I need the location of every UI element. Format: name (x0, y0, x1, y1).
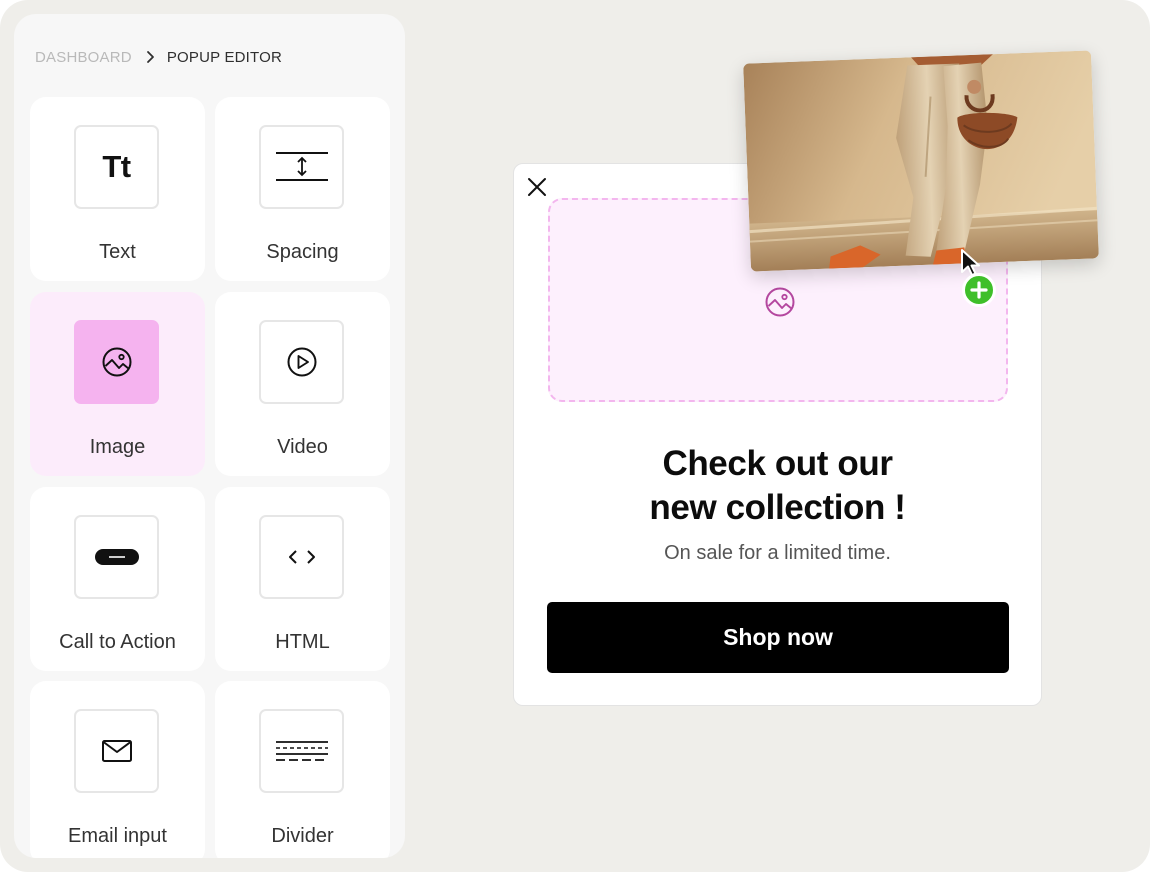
image-icon (764, 286, 796, 323)
text-tt-icon: Tt (74, 125, 159, 209)
breadcrumb: DASHBOARD POPUP EDITOR (35, 47, 282, 67)
popup-headline: Check out our new collection ! (649, 444, 906, 527)
block-label: Video (277, 436, 328, 458)
divider-icon (259, 709, 344, 793)
close-icon[interactable] (526, 176, 548, 198)
block-label: Text (99, 241, 136, 263)
blocks-panel: DASHBOARD POPUP EDITOR Tt Text Spacing I… (14, 14, 405, 858)
block-label: Email input (68, 825, 167, 847)
block-label: Call to Action (59, 631, 176, 653)
block-label: Spacing (266, 241, 339, 263)
block-image[interactable]: Image (30, 292, 205, 476)
button-pill-icon (74, 515, 159, 599)
app-frame: DASHBOARD POPUP EDITOR Tt Text Spacing I… (0, 0, 1150, 872)
envelope-icon (74, 709, 159, 793)
breadcrumb-current: POPUP EDITOR (166, 48, 283, 66)
popup-subtext: On sale for a limited time. (664, 542, 891, 564)
block-video[interactable]: Video (215, 292, 390, 476)
block-label: Divider (271, 825, 334, 847)
block-label: Image (89, 436, 146, 458)
dragged-image-preview[interactable] (743, 50, 1099, 272)
chevron-right-icon (146, 50, 155, 64)
play-icon (259, 320, 344, 404)
block-email-input[interactable]: Email input (30, 681, 205, 858)
block-spacing[interactable]: Spacing (215, 97, 390, 281)
block-divider[interactable]: Divider (215, 681, 390, 858)
code-brackets-icon (259, 515, 344, 599)
block-label: HTML (275, 631, 330, 653)
shop-now-button[interactable]: Shop now (547, 602, 1009, 673)
block-html[interactable]: HTML (215, 487, 390, 671)
spacing-icon (259, 125, 344, 209)
breadcrumb-dashboard-link[interactable]: DASHBOARD (35, 49, 132, 66)
block-call-to-action[interactable]: Call to Action (30, 487, 205, 671)
add-plus-icon (962, 273, 996, 307)
block-text[interactable]: Tt Text (30, 97, 205, 281)
image-icon (74, 320, 159, 404)
